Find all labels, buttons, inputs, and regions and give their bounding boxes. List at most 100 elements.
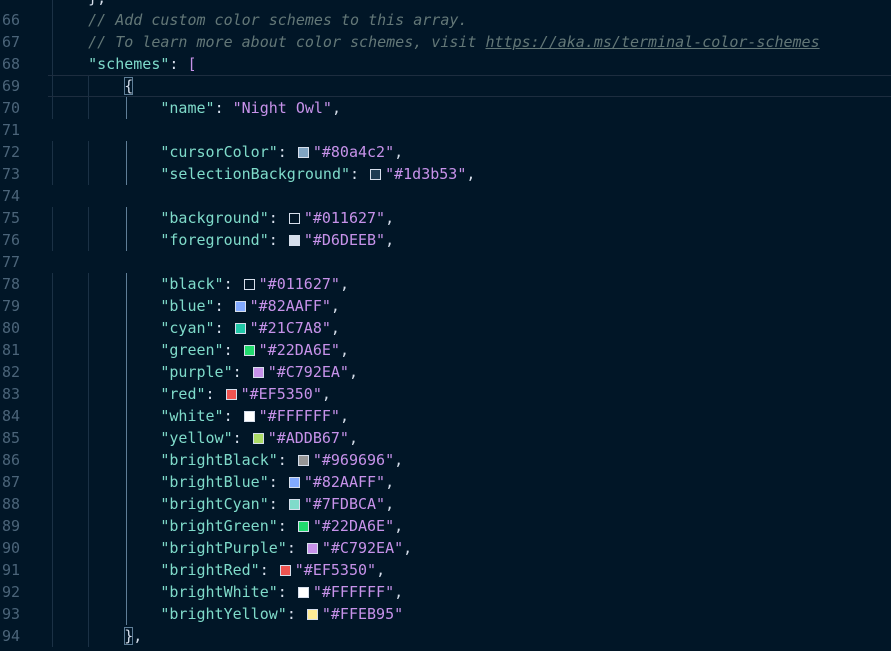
property-key: "brightPurple" [160,539,287,557]
comment: // Add custom color schemes to this arra… [88,11,468,29]
color-value: "#1d3b53" [385,165,467,183]
color-schemes-link[interactable]: https://aka.ms/terminal-color-schemes [485,33,819,51]
color-value: "#FFEB95" [321,605,404,623]
code-line[interactable]: 73 "cursorColor": "#80a4c2", [0,141,891,183]
property-key: "background" [160,209,269,227]
color-swatch[interactable] [288,477,300,488]
code-line[interactable]: 93 "brightWhite": "#FFFFFF", [0,581,891,623]
property-key: "black" [160,275,224,293]
code-editor[interactable]: 66 }, 67 // Add custom color schemes to … [0,0,891,651]
property-key: "yellow" [160,429,233,447]
color-swatch[interactable] [306,609,318,620]
name-key: "name" [160,99,215,117]
color-value: "#C792EA" [321,539,404,557]
comment: // To learn more about color schemes, vi… [88,33,486,51]
line-number: 95 [0,647,20,651]
property-key: "white" [160,407,224,425]
property-key: "selectionBackground" [160,165,351,183]
code-line[interactable]: 71 "name": "Night Owl", [0,97,891,139]
property-key: "brightCyan" [160,495,269,513]
code-line[interactable]: 92 "brightRed": "#EF5350", [0,559,891,601]
code-line[interactable]: 84 "red": "#EF5350", [0,383,891,425]
color-swatch[interactable] [297,521,309,532]
property-key: "green" [160,341,224,359]
code-line[interactable]: 85 "white": "#FFFFFF", [0,405,891,447]
property-key: "cursorColor" [160,143,278,161]
code-line[interactable]: 82 "green": "#22DA6E", [0,339,891,381]
color-swatch[interactable] [252,433,264,444]
code-line-blank[interactable]: 75 [0,185,891,227]
color-swatch[interactable] [243,279,255,290]
code-line[interactable]: 74 "selectionBackground": "#1d3b53", [0,163,891,205]
property-key: "blue" [160,297,215,315]
color-value: "#EF5350" [294,561,377,579]
code-line[interactable]: 68 // To learn more about color schemes,… [0,31,891,73]
code-line[interactable]: 88 "brightBlue": "#82AAFF", [0,471,891,513]
close-brace-highlighted: } [124,627,134,645]
code-line[interactable]: 79 "black": "#011627", [0,273,891,315]
code-line[interactable]: 69 "schemes": [ [0,53,891,95]
property-key: "brightYellow" [160,605,287,623]
color-swatch[interactable] [306,543,318,554]
closing-brace-fragment: }, [88,0,106,7]
color-swatch[interactable] [297,147,309,158]
code-line-blank[interactable]: 78 [0,251,891,293]
property-key: "brightGreen" [160,517,278,535]
code-line[interactable]: 89 "brightCyan": "#7FDBCA", [0,493,891,535]
property-key: "brightBlue" [160,473,269,491]
color-value: "#82AAFF" [303,473,386,491]
color-value: "#969696" [312,451,395,469]
color-swatch[interactable] [225,389,237,400]
code-line[interactable]: 94 "brightYellow": "#FFEB95" [0,603,891,645]
color-swatch[interactable] [234,323,246,334]
code-line[interactable]: 77 "foreground": "#D6DEEB", [0,229,891,271]
color-swatch[interactable] [279,565,291,576]
color-value: "#011627" [258,275,340,293]
color-value: "#80a4c2" [312,143,395,161]
color-value: "#82AAFF" [249,297,331,315]
property-key: "brightRed" [160,561,260,579]
color-value: "#D6DEEB" [303,231,386,249]
code-line[interactable]: 87 "brightBlack": "#969696", [0,449,891,491]
code-line[interactable]: 67 // Add custom color schemes to this a… [0,9,891,51]
color-value: "#22DA6E" [312,517,395,535]
color-swatch[interactable] [288,213,300,224]
color-value: "#FFFFFF" [312,583,395,601]
code-line[interactable]: 91 "brightPurple": "#C792EA", [0,537,891,579]
color-swatch[interactable] [243,411,255,422]
property-key: "red" [160,385,206,403]
color-value: "#21C7A8" [249,319,331,337]
color-value: "#22DA6E" [258,341,340,359]
color-swatch[interactable] [297,455,309,466]
property-key: "purple" [160,363,233,381]
code-line[interactable]: 86 "yellow": "#ADDB67", [0,427,891,469]
code-line-blank[interactable]: 72 [0,119,891,161]
color-swatch[interactable] [252,367,264,378]
color-value: "#011627" [303,209,386,227]
code-line[interactable]: 95 }, [0,625,891,651]
color-swatch[interactable] [288,499,300,510]
code-line[interactable]: 83 "purple": "#C792EA", [0,361,891,403]
schemes-key: "schemes" [88,55,170,73]
code-line[interactable]: 80 "blue": "#82AAFF", [0,295,891,337]
color-value: "#C792EA" [267,363,349,381]
color-swatch[interactable] [288,235,300,246]
code-line[interactable]: 81 "cyan": "#21C7A8", [0,317,891,359]
open-bracket: [ [187,55,197,73]
color-value: "#EF5350" [240,385,322,403]
property-key: "brightBlack" [160,451,278,469]
property-key: "cyan" [160,319,215,337]
color-value: "#ADDB67" [267,429,349,447]
code-line-current[interactable]: 70 { [0,75,891,117]
property-key: "brightWhite" [160,583,278,601]
color-swatch[interactable] [243,345,255,356]
code-line[interactable]: 90 "brightGreen": "#22DA6E", [0,515,891,557]
editor-lines: 66 }, 67 // Add custom color schemes to … [0,0,891,651]
color-swatch[interactable] [234,301,246,312]
code-line[interactable]: 76 "background": "#011627", [0,207,891,249]
code-line[interactable]: 66 }, [0,0,891,29]
color-swatch[interactable] [297,587,309,598]
color-value: "#7FDBCA" [303,495,386,513]
color-swatch[interactable] [370,169,382,180]
property-key: "foreground" [160,231,269,249]
